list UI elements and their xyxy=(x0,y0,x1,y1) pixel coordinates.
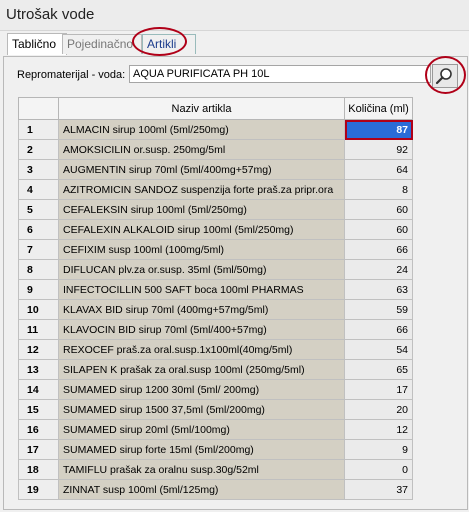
header-kolicina[interactable]: Količina (ml) xyxy=(344,97,413,120)
row-article-name[interactable]: DIFLUCAN plv.za or.susp. 35ml (5ml/50mg) xyxy=(58,259,345,280)
articles-table: Naziv artikla Količina (ml) 1 ALMACIN sir… xyxy=(18,97,413,500)
row-quantity[interactable]: 12 xyxy=(344,419,413,440)
row-quantity[interactable]: 20 xyxy=(344,399,413,420)
row-number: 18 xyxy=(18,459,59,480)
row-number: 12 xyxy=(18,339,59,360)
row-quantity[interactable]: 54 xyxy=(344,339,413,360)
table-row[interactable]: 3 AUGMENTIN sirup 70ml (5ml/400mg+57mg) 64 xyxy=(18,159,413,180)
row-number: 10 xyxy=(18,299,59,320)
row-number: 1 xyxy=(18,119,59,140)
table-row[interactable]: 10 KLAVAX BID sirup 70ml (400mg+57mg/5ml)… xyxy=(18,299,413,320)
row-article-name[interactable]: SUMAMED sirup 1200 30ml (5ml/ 200mg) xyxy=(58,379,345,400)
tab-artikli[interactable]: Artikli xyxy=(142,34,196,54)
row-article-name[interactable]: KLAVOCIN BID sirup 70ml (5ml/400+57mg) xyxy=(58,319,345,340)
row-number: 13 xyxy=(18,359,59,380)
repromaterijal-label: Repromaterijal - voda: xyxy=(17,69,126,81)
row-quantity[interactable]: 24 xyxy=(344,259,413,280)
table-header-row: Naziv artikla Količina (ml) xyxy=(18,97,413,120)
table-row[interactable]: 13 SILAPEN K prašak za oral.susp 100ml (2… xyxy=(18,359,413,380)
row-article-name[interactable]: SUMAMED sirup 20ml (5ml/100mg) xyxy=(58,419,345,440)
row-quantity[interactable]: 65 xyxy=(344,359,413,380)
row-article-name[interactable]: SUMAMED sirup 1500 37,5ml (5ml/200mg) xyxy=(58,399,345,420)
table-row[interactable]: 18 TAMIFLU prašak za oralnu susp.30g/52ml… xyxy=(18,459,413,480)
row-number: 17 xyxy=(18,439,59,460)
table-body: 1 ALMACIN sirup 100ml (5ml/250mg) 87 2 AMOKS… xyxy=(18,119,413,500)
row-number: 2 xyxy=(18,139,59,160)
table-row[interactable]: 14 SUMAMED sirup 1200 30ml (5ml/ 200mg) 17 xyxy=(18,379,413,400)
table-row[interactable]: 1 ALMACIN sirup 100ml (5ml/250mg) 87 xyxy=(18,119,413,140)
row-quantity[interactable]: 17 xyxy=(344,379,413,400)
row-quantity[interactable]: 60 xyxy=(344,219,413,240)
row-article-name[interactable]: REXOCEF praš.za oral.susp.1x100ml(40mg/5… xyxy=(58,339,345,360)
row-number: 5 xyxy=(18,199,59,220)
table-row[interactable]: 2 AMOKSICILIN or.susp. 250mg/5ml 92 xyxy=(18,139,413,160)
row-number: 14 xyxy=(18,379,59,400)
row-article-name[interactable]: AMOKSICILIN or.susp. 250mg/5ml xyxy=(58,139,345,160)
row-number: 11 xyxy=(18,319,59,340)
row-quantity[interactable]: 37 xyxy=(344,479,413,500)
header-num xyxy=(18,97,59,120)
window-title: Utrošak vode xyxy=(6,6,95,23)
row-article-name[interactable]: CEFALEXIN ALKALOID sirup 100ml (5ml/250m… xyxy=(58,219,345,240)
header-naziv-artikla[interactable]: Naziv artikla xyxy=(58,97,345,120)
row-number: 6 xyxy=(18,219,59,240)
row-quantity[interactable]: 60 xyxy=(344,199,413,220)
table-row[interactable]: 5 CEFALEKSIN sirup 100ml (5ml/250mg) 60 xyxy=(18,199,413,220)
row-number: 7 xyxy=(18,239,59,260)
table-row[interactable]: 9 INFECTOCILLIN 500 SAFT boca 100ml PHARM… xyxy=(18,279,413,300)
row-quantity[interactable]: 63 xyxy=(344,279,413,300)
row-quantity[interactable]: 87 xyxy=(344,119,413,140)
table-row[interactable]: 7 CEFIXIM susp 100ml (100mg/5ml) 66 xyxy=(18,239,413,260)
row-number: 8 xyxy=(18,259,59,280)
row-quantity[interactable]: 8 xyxy=(344,179,413,200)
row-quantity[interactable]: 59 xyxy=(344,299,413,320)
row-article-name[interactable]: AUGMENTIN sirup 70ml (5ml/400mg+57mg) xyxy=(58,159,345,180)
table-row[interactable]: 12 REXOCEF praš.za oral.susp.1x100ml(40mg… xyxy=(18,339,413,360)
row-article-name[interactable]: TAMIFLU prašak za oralnu susp.30g/52ml xyxy=(58,459,345,480)
row-number: 4 xyxy=(18,179,59,200)
row-number: 19 xyxy=(18,479,59,500)
row-article-name[interactable]: CEFIXIM susp 100ml (100mg/5ml) xyxy=(58,239,345,260)
row-article-name[interactable]: KLAVAX BID sirup 70ml (400mg+57mg/5ml) xyxy=(58,299,345,320)
title-bar: Utrošak vode xyxy=(0,0,469,31)
table-row[interactable]: 11 KLAVOCIN BID sirup 70ml (5ml/400+57mg)… xyxy=(18,319,413,340)
row-article-name[interactable]: ALMACIN sirup 100ml (5ml/250mg) xyxy=(58,119,345,140)
row-quantity[interactable]: 0 xyxy=(344,459,413,480)
row-number: 3 xyxy=(18,159,59,180)
row-number: 16 xyxy=(18,419,59,440)
row-article-name[interactable]: INFECTOCILLIN 500 SAFT boca 100ml PHARMA… xyxy=(58,279,345,300)
row-article-name[interactable]: SUMAMED sirup forte 15ml (5ml/200mg) xyxy=(58,439,345,460)
magnifier-icon xyxy=(435,68,452,85)
row-quantity[interactable]: 9 xyxy=(344,439,413,460)
table-row[interactable]: 4 AZITROMICIN SANDOZ suspenzija forte pra… xyxy=(18,179,413,200)
row-article-name[interactable]: CEFALEKSIN sirup 100ml (5ml/250mg) xyxy=(58,199,345,220)
search-button[interactable] xyxy=(432,64,458,88)
table-row[interactable]: 16 SUMAMED sirup 20ml (5ml/100mg) 12 xyxy=(18,419,413,440)
tab-pojedinacno[interactable]: Pojedinačno xyxy=(62,34,142,54)
row-number: 15 xyxy=(18,399,59,420)
table-row[interactable]: 19 ZINNAT susp 100ml (5ml/125mg) 37 xyxy=(18,479,413,500)
row-quantity[interactable]: 66 xyxy=(344,239,413,260)
row-quantity[interactable]: 64 xyxy=(344,159,413,180)
tab-tablicno[interactable]: Tablično xyxy=(7,33,67,55)
table-row[interactable]: 8 DIFLUCAN plv.za or.susp. 35ml (5ml/50mg… xyxy=(18,259,413,280)
table-row[interactable]: 15 SUMAMED sirup 1500 37,5ml (5ml/200mg) 2… xyxy=(18,399,413,420)
row-number: 9 xyxy=(18,279,59,300)
row-article-name[interactable]: ZINNAT susp 100ml (5ml/125mg) xyxy=(58,479,345,500)
row-article-name[interactable]: SILAPEN K prašak za oral.susp 100ml (250… xyxy=(58,359,345,380)
row-quantity[interactable]: 92 xyxy=(344,139,413,160)
table-row[interactable]: 17 SUMAMED sirup forte 15ml (5ml/200mg) 9 xyxy=(18,439,413,460)
row-quantity[interactable]: 66 xyxy=(344,319,413,340)
row-article-name[interactable]: AZITROMICIN SANDOZ suspenzija forte praš… xyxy=(58,179,345,200)
table-row[interactable]: 6 CEFALEXIN ALKALOID sirup 100ml (5ml/250… xyxy=(18,219,413,240)
repromaterijal-field[interactable]: AQUA PURIFICATA PH 10L xyxy=(129,65,431,83)
